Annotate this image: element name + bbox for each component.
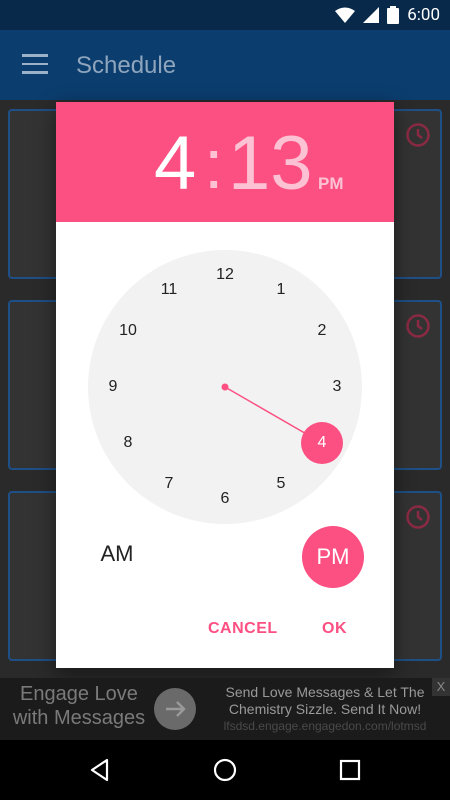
recents-icon[interactable]: [338, 758, 362, 782]
status-time: 6:00: [407, 5, 440, 25]
signal-icon: [363, 7, 380, 23]
menu-icon[interactable]: [22, 54, 48, 74]
clock-number-10[interactable]: 10: [111, 314, 145, 348]
minute-display[interactable]: 13: [228, 124, 313, 204]
status-icons: 6:00: [335, 4, 440, 26]
clock-number-6[interactable]: 6: [208, 482, 242, 516]
battery-icon: [387, 6, 400, 24]
clock-number-7[interactable]: 7: [152, 467, 186, 501]
time-header: 4 : 13 PM: [56, 102, 394, 222]
clock-number-12[interactable]: 12: [208, 258, 242, 292]
clock-number-9[interactable]: 9: [96, 370, 130, 404]
ad-body: Send Love Messages & Let The Chemistry S…: [205, 684, 445, 735]
clock-number-5[interactable]: 5: [264, 467, 298, 501]
clock-icon[interactable]: [406, 505, 430, 529]
clock-number-3[interactable]: 3: [320, 370, 354, 404]
home-icon[interactable]: [213, 758, 237, 782]
clock-number-8[interactable]: 8: [111, 426, 145, 460]
clock-icon[interactable]: [406, 314, 430, 338]
app-title: Schedule: [76, 52, 177, 79]
clock-icon[interactable]: [406, 123, 430, 147]
ad-headline: Engage Love with Messages: [12, 683, 146, 729]
period-display: PM: [318, 174, 344, 193]
back-icon[interactable]: [88, 758, 112, 782]
ad-close-icon[interactable]: X: [432, 678, 450, 696]
nav-bar: [0, 740, 450, 800]
cancel-button[interactable]: CANCEL: [204, 614, 282, 644]
time-separator: :: [204, 125, 224, 203]
ad-arrow-icon[interactable]: [154, 688, 196, 730]
app-bar: Schedule: [0, 30, 450, 100]
ad-banner[interactable]: Engage Love with Messages Send Love Mess…: [0, 678, 450, 740]
clock-number-11[interactable]: 11: [152, 273, 186, 307]
time-picker-dialog: 4 : 13 PM 12 1 2 3 4 5 6 7 8 9 10 11 AM PM CANCEL O…: [56, 102, 394, 668]
am-button[interactable]: AM: [86, 529, 148, 579]
ok-button[interactable]: OK: [318, 614, 351, 644]
clock-number-2[interactable]: 2: [305, 314, 339, 348]
clock-center-dot: [221, 383, 229, 391]
status-bar: 6:00: [0, 0, 450, 30]
clock-number-4[interactable]: 4: [305, 426, 339, 460]
ad-description: Send Love Messages & Let The Chemistry S…: [225, 684, 425, 717]
wifi-icon: [335, 7, 356, 23]
ad-url: lfsdsd.engage.engagedon.com/lotmsd: [223, 719, 427, 733]
clock-number-1[interactable]: 1: [264, 273, 298, 307]
hour-display[interactable]: 4: [154, 124, 196, 204]
pm-button[interactable]: PM: [302, 526, 364, 588]
clock-face[interactable]: 12 1 2 3 4 5 6 7 8 9 10 11: [88, 250, 362, 524]
